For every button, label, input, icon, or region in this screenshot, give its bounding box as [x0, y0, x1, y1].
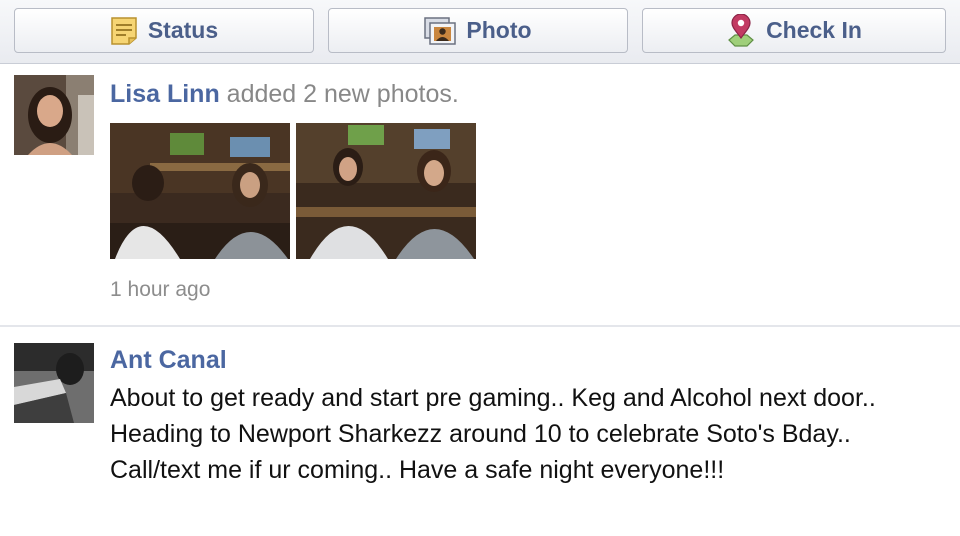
feed-story: Ant Canal About to get ready and start p… — [0, 329, 960, 536]
author-name-link[interactable]: Lisa Linn — [110, 80, 220, 108]
avatar[interactable] — [14, 75, 94, 155]
photo-icon — [424, 16, 457, 45]
check-in-button[interactable]: Check In — [642, 8, 946, 53]
photo-thumbnail[interactable] — [110, 123, 290, 259]
photo-button[interactable]: Photo — [328, 8, 628, 53]
avatar[interactable] — [14, 343, 94, 423]
composer-toolbar: Status Photo Check In — [0, 0, 960, 64]
story-headline: Ant Canal — [110, 345, 227, 375]
status-button-label: Status — [147, 17, 219, 43]
photo-thumbnail[interactable] — [296, 123, 476, 259]
photo-button-label: Photo — [466, 17, 532, 43]
check-in-button-label: Check In — [766, 17, 862, 43]
status-button[interactable]: Status — [14, 8, 314, 53]
note-icon — [110, 16, 138, 46]
post-text: About to get ready and start pre gaming.… — [110, 384, 876, 484]
author-name-link[interactable]: Ant Canal — [110, 346, 227, 374]
feed-story: Lisa Linn added 2 new photos. 1 hour ago — [0, 64, 960, 327]
story-timestamp[interactable]: 1 hour ago — [110, 278, 210, 302]
story-action-text: added 2 new photos. — [219, 80, 459, 108]
map-pin-icon — [726, 13, 756, 48]
story-headline: Lisa Linn added 2 new photos. — [110, 79, 459, 109]
